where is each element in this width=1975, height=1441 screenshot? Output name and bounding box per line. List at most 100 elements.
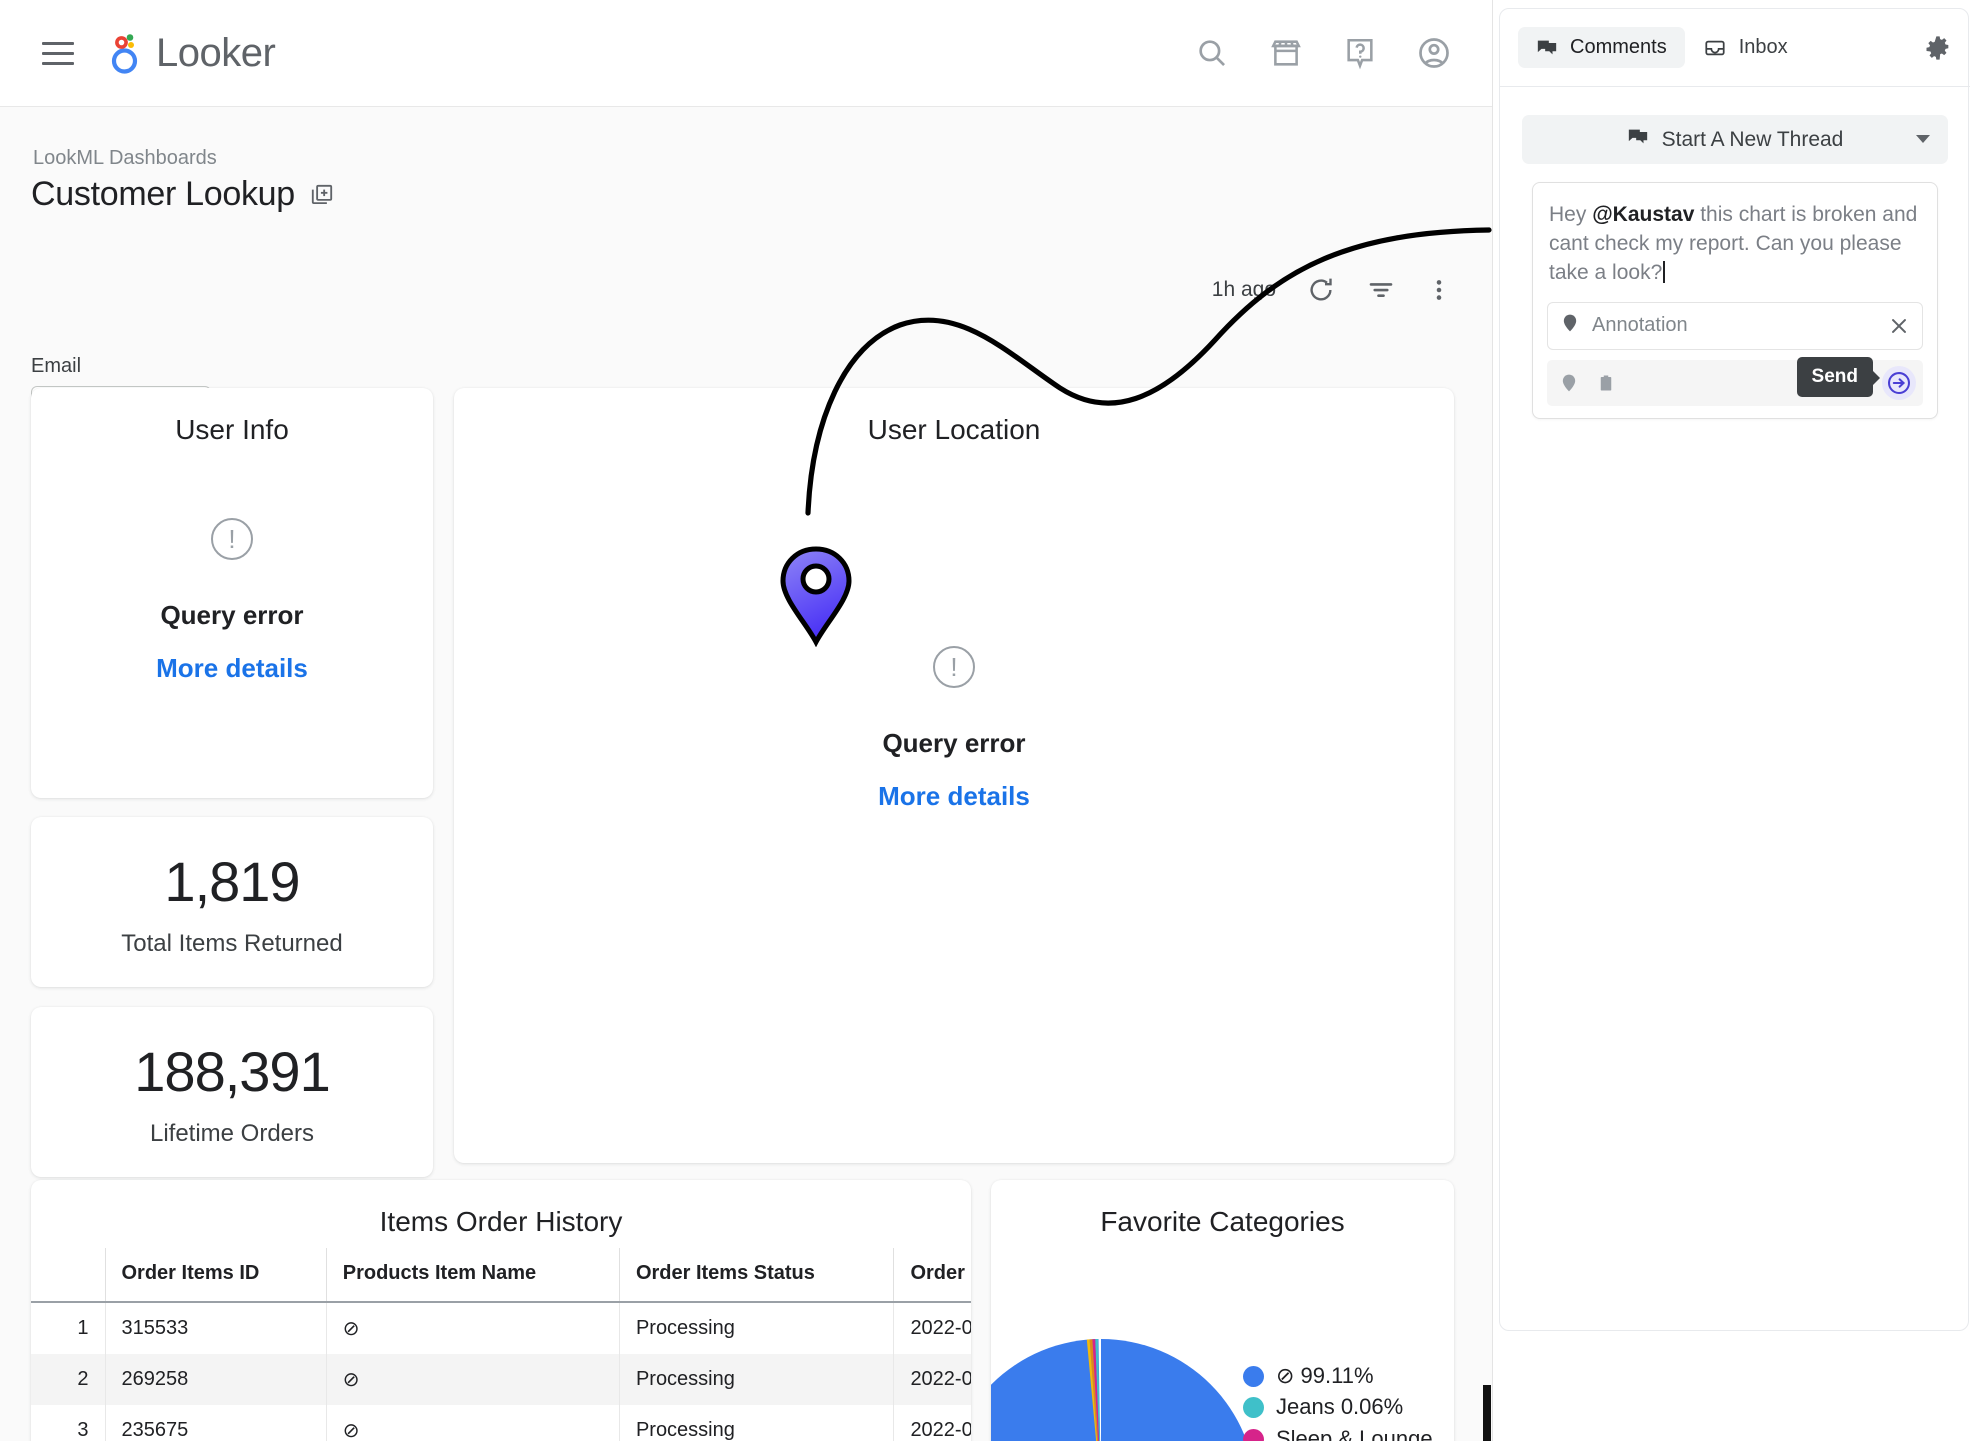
- table-row[interactable]: 2 269258 ⊘ Processing 2022-03-20: [31, 1354, 971, 1405]
- items-order-history-table: Order Items ID Products Item Name Order …: [31, 1248, 971, 1441]
- tab-label: Inbox: [1738, 36, 1788, 58]
- clipboard-icon[interactable]: [1597, 372, 1615, 394]
- exclamation-circle-icon: !: [211, 518, 253, 560]
- tab-label: Comments: [1570, 36, 1667, 58]
- resize-cursor-artifact: [1483, 1385, 1491, 1441]
- cell-order-items-created-date: 2022-03-20: [893, 1354, 971, 1405]
- more-details-link[interactable]: More details: [156, 653, 308, 684]
- table-row[interactable]: 3 235675 ⊘ Processing 2022-03-20: [31, 1405, 971, 1441]
- cell-products-item-name: ⊘: [325, 1354, 620, 1405]
- cell-order-items-id: 269258: [104, 1354, 327, 1405]
- annotation-field[interactable]: Annotation: [1547, 301, 1923, 350]
- looker-brand[interactable]: Looker: [106, 30, 276, 76]
- more-vert-icon[interactable]: [1426, 275, 1452, 305]
- help-icon[interactable]: [1342, 35, 1378, 71]
- map-pin-icon[interactable]: [1559, 372, 1579, 394]
- cell-order-items-created-date: 2022-03-20: [893, 1405, 971, 1441]
- comments-icon: [1536, 37, 1558, 59]
- column-header-order-items-status[interactable]: Order Items Status: [618, 1248, 894, 1303]
- breadcrumb[interactable]: LookML Dashboards: [33, 147, 217, 170]
- more-details-link[interactable]: More details: [878, 781, 1030, 812]
- mention-token: @Kaustav: [1592, 203, 1695, 226]
- cell-index: 3: [77, 1419, 89, 1441]
- tile-lifetime-orders[interactable]: 188,391 Lifetime Orders: [31, 1007, 433, 1177]
- send-button[interactable]: [1882, 365, 1916, 400]
- pie-legend: ⊘ 99.11% Jeans 0.06% Sleep & Lounge 0.06…: [1243, 1362, 1453, 1441]
- tile-favorite-categories[interactable]: Favorite Categories ⊘ 99.11% Jeans 0.06%: [991, 1180, 1454, 1441]
- refresh-icon[interactable]: [1306, 275, 1336, 305]
- legend-swatch-icon: [1243, 1366, 1264, 1387]
- column-header-products-item-name[interactable]: Products Item Name: [325, 1248, 620, 1303]
- favorite-categories-pie[interactable]: [991, 1334, 1261, 1441]
- legend-item[interactable]: Sleep & Lounge 0.06%: [1243, 1425, 1453, 1441]
- tile-title: User Info: [175, 414, 289, 445]
- query-error-block: ! Query error More details: [454, 646, 1454, 812]
- top-navigation-bar: Looker: [0, 0, 1492, 107]
- legend-label: ⊘ 99.11%: [1276, 1363, 1374, 1388]
- tile-user-info[interactable]: User Info ! Query error More details: [31, 388, 433, 798]
- duplicate-dashboard-icon[interactable]: [309, 182, 335, 208]
- legend-label: Sleep & Lounge 0.06%: [1276, 1425, 1433, 1441]
- tile-title: User Location: [867, 414, 1041, 445]
- kpi-label: Total Items Returned: [121, 930, 343, 957]
- tile-user-location[interactable]: User Location ! Query error More details: [454, 388, 1454, 1163]
- comment-compose-box: Hey @Kaustav this chart is broken and ca…: [1532, 182, 1938, 419]
- legend-label: Jeans 0.06%: [1276, 1394, 1404, 1420]
- map-pin-icon[interactable]: [775, 545, 857, 648]
- chevron-down-icon[interactable]: [1916, 135, 1930, 143]
- settings-gear-icon[interactable]: [1924, 34, 1952, 62]
- looker-logo-icon: [106, 31, 146, 75]
- table-row[interactable]: 1 315533 ⊘ Processing 2022-03-20: [31, 1302, 971, 1354]
- account-icon[interactable]: [1416, 35, 1452, 71]
- kpi-value: 1,819: [164, 850, 300, 913]
- error-title: Query error: [160, 600, 304, 630]
- close-x-icon[interactable]: [1888, 315, 1910, 337]
- cell-index: 1: [77, 1317, 89, 1339]
- comment-text-input[interactable]: Hey @Kaustav this chart is broken and ca…: [1533, 183, 1937, 302]
- tab-comments[interactable]: Comments: [1518, 27, 1685, 68]
- search-icon[interactable]: [1194, 35, 1230, 71]
- cell-order-items-status: Processing: [618, 1354, 894, 1405]
- cell-products-item-name: ⊘: [325, 1302, 620, 1354]
- panel-tab-bar: Comments Inbox: [1500, 9, 1970, 87]
- filter-icon[interactable]: [1366, 275, 1396, 305]
- tile-title: Favorite Categories: [1100, 1206, 1345, 1237]
- text-cursor: [1663, 260, 1666, 283]
- marketplace-icon[interactable]: [1268, 35, 1304, 71]
- legend-item[interactable]: ⊘ 99.11%: [1243, 1362, 1453, 1389]
- dashboard-title-row: Customer Lookup: [31, 175, 335, 214]
- cell-order-items-id: 315533: [104, 1302, 327, 1354]
- cell-order-items-status: Processing: [618, 1302, 894, 1354]
- dashboard-header: LookML Dashboards Customer Lookup 1h ago: [0, 107, 1492, 441]
- legend-swatch-icon: [1243, 1428, 1264, 1441]
- error-title: Query error: [882, 728, 1026, 758]
- kpi-value: 188,391: [134, 1040, 330, 1103]
- tile-items-order-history[interactable]: Items Order History Order Items ID Produ…: [31, 1180, 971, 1441]
- query-error-block: ! Query error More details: [31, 518, 433, 684]
- map-pin-icon: [1560, 312, 1580, 339]
- legend-swatch-icon: [1243, 1397, 1264, 1419]
- comments-side-panel: Comments Inbox Start A New Thread Hey @K…: [1492, 0, 1975, 1441]
- legend-item[interactable]: Jeans 0.06%: [1243, 1393, 1453, 1420]
- tile-total-items-returned[interactable]: 1,819 Total Items Returned: [31, 817, 433, 987]
- page-title: Customer Lookup: [31, 175, 295, 213]
- tab-inbox[interactable]: Inbox: [1685, 27, 1806, 68]
- brand-name: Looker: [156, 30, 276, 75]
- pie-chart-area: ⊘ 99.11% Jeans 0.06% Sleep & Lounge 0.06…: [991, 1238, 1454, 1441]
- column-header-order-items-created-date[interactable]: Order Items Created D: [893, 1248, 971, 1303]
- filter-label: Email: [31, 355, 82, 377]
- cell-order-items-status: Processing: [618, 1405, 894, 1441]
- table-header-row: Order Items ID Products Item Name Order …: [31, 1248, 971, 1303]
- kpi-label: Lifetime Orders: [149, 1120, 315, 1147]
- compose-action-bar: Send: [1547, 356, 1923, 406]
- column-header-order-items-id[interactable]: Order Items ID: [104, 1248, 327, 1303]
- inbox-icon: [1703, 37, 1727, 59]
- column-header-index[interactable]: [31, 1248, 105, 1303]
- comments-icon: [1627, 126, 1649, 154]
- start-new-thread-button[interactable]: Start A New Thread: [1522, 115, 1948, 164]
- cell-order-items-id: 235675: [104, 1405, 327, 1441]
- exclamation-circle-icon: !: [933, 646, 975, 688]
- hamburger-menu-icon[interactable]: [36, 31, 80, 75]
- comments-panel-card: Comments Inbox Start A New Thread Hey @K…: [1499, 8, 1970, 1331]
- tile-title: Items Order History: [379, 1206, 623, 1237]
